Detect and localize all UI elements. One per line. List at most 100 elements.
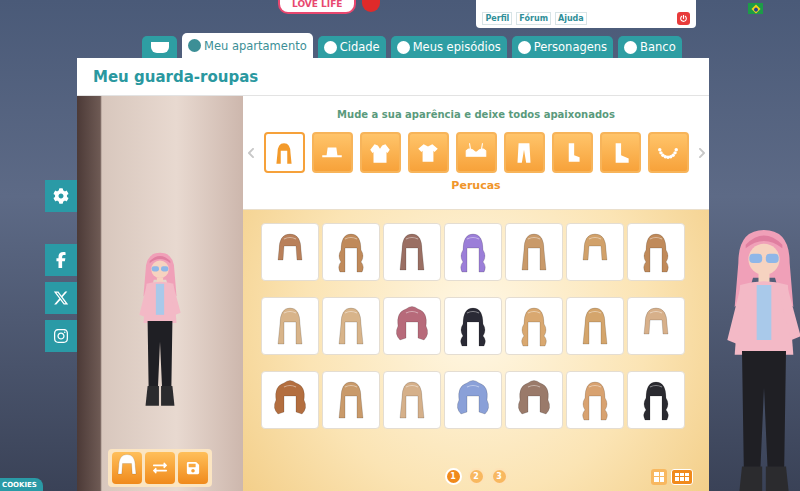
wig-icon [514,230,554,274]
power-icon[interactable] [677,12,690,25]
right-arrow-icon[interactable] [696,147,708,159]
jacket-icon [367,140,393,166]
nav-tab[interactable]: Meus episódios [391,36,507,58]
item-card[interactable] [566,297,624,355]
nav-tab[interactable]: Meu apartamento [182,33,313,58]
nav-tab[interactable]: Banco [618,36,682,58]
panel-body: Mude a sua aparência e deixe todos apaix… [77,96,709,491]
wig-icon [112,446,142,490]
wig-icon [453,378,493,422]
page-button[interactable]: 2 [468,468,485,485]
facebook-button[interactable] [45,244,77,276]
wig-icon [270,378,310,422]
account-link[interactable]: Perfil [482,12,512,25]
nav-tab[interactable]: Personagens [512,36,613,58]
cookies-badge[interactable]: COOKIES [0,478,43,491]
page-button[interactable]: 3 [491,468,508,485]
logo[interactable]: LOVE LIFE [278,0,356,14]
pants-icon [511,140,537,166]
item-card[interactable] [261,297,319,355]
item-card[interactable] [383,297,441,355]
category-button[interactable] [456,132,497,173]
category-button[interactable] [408,132,449,173]
item-card[interactable] [322,223,380,281]
nav-tab[interactable] [142,36,177,58]
item-card[interactable] [444,223,502,281]
facebook-icon [53,252,69,268]
left-arrow-icon[interactable] [245,147,257,159]
item-card[interactable] [261,371,319,429]
shop: Mude a sua aparência e deixe todos apaix… [243,96,709,491]
settings-button[interactable] [45,180,77,212]
wig-icon [331,304,371,348]
action-row [108,449,212,487]
instagram-icon [53,328,69,344]
item-card[interactable] [505,371,563,429]
category-button[interactable] [312,132,353,173]
category-button[interactable] [552,132,593,173]
category-button[interactable] [600,132,641,173]
category-row [245,132,708,173]
item-card[interactable] [383,371,441,429]
item-card[interactable] [261,223,319,281]
grid-footer: 123 [261,468,693,485]
item-card[interactable] [505,223,563,281]
wig-icon [392,304,432,348]
social-bar [45,58,77,491]
instagram-button[interactable] [45,320,77,352]
x-button[interactable] [45,282,77,314]
page-button[interactable]: 1 [445,468,462,485]
category-button[interactable] [504,132,545,173]
account-panel: Perfil Fórum Ajuda [476,0,696,28]
wig-icon [331,230,371,274]
avatar-figure-icon [129,114,191,414]
item-card[interactable] [383,223,441,281]
item-card[interactable] [444,371,502,429]
wig-icon [636,230,676,274]
item-grid: 123 [243,210,709,491]
category-button[interactable] [264,132,305,173]
apartment-icon [188,39,201,52]
item-card[interactable] [444,297,502,355]
main-row: Meu guarda-roupasMude a sua aparência e … [0,58,800,491]
bra-icon [463,140,489,166]
subtitle: Mude a sua aparência e deixe todos apaix… [337,109,615,120]
shop-header: Mude a sua aparência e deixe todos apaix… [243,96,709,210]
item-card[interactable] [322,371,380,429]
small-grid-icon[interactable] [671,469,693,485]
view-toggle [651,469,693,485]
category-button[interactable] [648,132,689,173]
account-link[interactable]: Fórum [516,12,551,25]
avatar-preview [129,114,191,414]
brazil-flag-icon[interactable] [748,3,763,14]
logo-badge-icon [362,0,380,12]
item-card[interactable] [627,371,685,429]
side-avatar-figure [709,96,800,491]
wig-icon [270,304,310,348]
wig-icon [636,378,676,422]
large-grid-icon[interactable] [651,469,667,485]
item-card[interactable] [566,371,624,429]
room-scene [77,96,243,491]
hair-button[interactable] [112,452,142,484]
item-card[interactable] [505,297,563,355]
item-card[interactable] [627,297,685,355]
account-link[interactable]: Ajuda [555,12,587,25]
wig-icon [270,230,310,274]
sock-icon [559,140,585,166]
nav-tabs: Meu apartamentoCidadeMeus episódiosPerso… [0,33,800,58]
save-button[interactable] [178,452,208,484]
nav-tab[interactable]: Cidade [318,36,386,58]
swap-icon [153,461,167,475]
item-card[interactable] [566,223,624,281]
shirt-icon [415,140,441,166]
wig-icon [392,378,432,422]
swap-button[interactable] [145,452,175,484]
large-avatar-icon [709,96,800,491]
category-button[interactable] [360,132,401,173]
item-card[interactable] [627,223,685,281]
category-label: Perucas [451,179,500,192]
cup-icon [151,42,169,53]
item-card[interactable] [322,297,380,355]
wig-icon [271,140,297,166]
